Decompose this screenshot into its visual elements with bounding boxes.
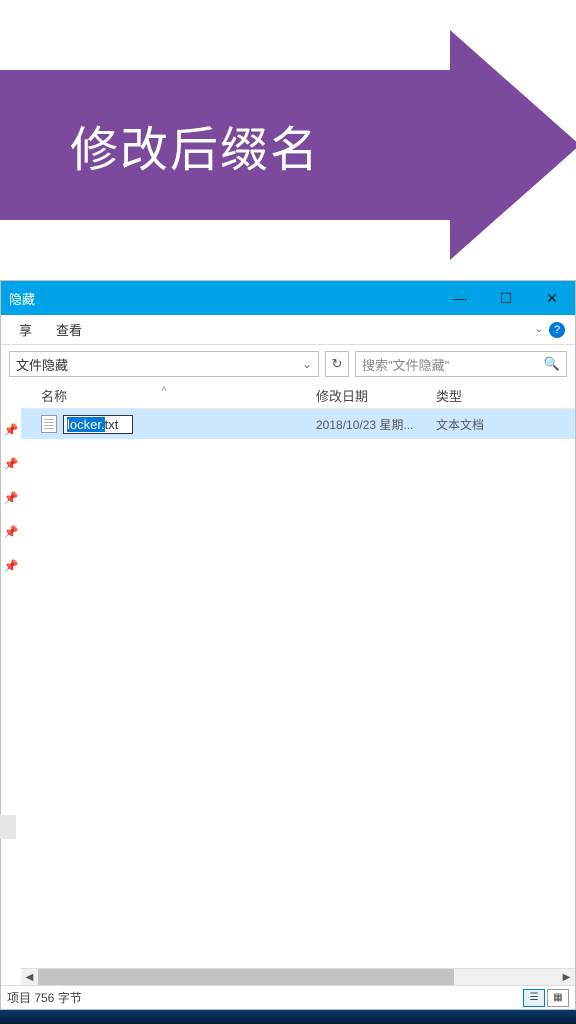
minimize-button[interactable]: —: [437, 281, 483, 315]
close-button[interactable]: ✕: [529, 281, 575, 315]
annotation-arrow: 修改后缀名: [0, 20, 576, 220]
file-rename-input[interactable]: locker.txt: [63, 415, 133, 434]
status-text: 项目 756 字节: [7, 989, 521, 1006]
file-listing: 名称 ˄ 修改日期 类型 locker.txt 2018/10/23 星期...…: [21, 383, 575, 985]
horizontal-scrollbar[interactable]: ◀ ▶: [21, 968, 575, 985]
scroll-thumb[interactable]: [38, 969, 454, 985]
help-icon[interactable]: ?: [549, 322, 565, 338]
chevron-down-icon[interactable]: ⌄: [535, 324, 543, 335]
column-name[interactable]: 名称 ˄: [41, 386, 316, 405]
pin-icon[interactable]: 📌: [4, 525, 19, 539]
pin-icon[interactable]: 📌: [4, 457, 19, 471]
file-row[interactable]: locker.txt 2018/10/23 星期... 文本文档: [21, 409, 575, 439]
sort-arrow-icon: ˄: [161, 384, 167, 395]
scroll-right-button[interactable]: ▶: [558, 969, 575, 986]
sidebar-edge: [0, 815, 16, 839]
search-icon: 🔍: [544, 356, 560, 372]
titlebar: 隐藏 — ☐ ✕: [1, 281, 575, 315]
banner-text: 修改后缀名: [70, 110, 320, 180]
columns-header: 名称 ˄ 修改日期 类型: [21, 383, 575, 409]
file-name-selected: locker.: [67, 417, 105, 432]
file-name-ext: txt: [105, 417, 119, 432]
statusbar: 项目 756 字节 ☰ ▦: [1, 985, 575, 1009]
menu-view[interactable]: 查看: [44, 316, 94, 343]
view-icons-button[interactable]: ▦: [547, 989, 569, 1007]
empty-area: [21, 439, 575, 968]
search-input[interactable]: 搜索"文件隐藏" 🔍: [355, 351, 567, 377]
file-date: 2018/10/23 星期...: [316, 416, 436, 433]
maximize-button[interactable]: ☐: [483, 281, 529, 315]
explorer-window: 隐藏 — ☐ ✕ 享 查看 ⌄ ? 文件隐藏 ↻ 搜索"文件隐藏" 🔍 📌 📌 …: [0, 280, 576, 1010]
column-type[interactable]: 类型: [436, 386, 546, 405]
sidebar: 📌 📌 📌 📌 📌: [1, 383, 21, 985]
pin-icon[interactable]: 📌: [4, 559, 19, 573]
window-title: 隐藏: [9, 289, 35, 308]
column-date[interactable]: 修改日期: [316, 386, 436, 405]
view-details-button[interactable]: ☰: [523, 989, 545, 1007]
taskbar-edge: [0, 1010, 576, 1024]
text-file-icon: [41, 415, 57, 433]
pin-icon[interactable]: 📌: [4, 491, 19, 505]
address-bar: 文件隐藏 ↻ 搜索"文件隐藏" 🔍: [1, 345, 575, 383]
menu-share[interactable]: 享: [7, 316, 44, 343]
scroll-track[interactable]: [38, 969, 558, 985]
scroll-left-button[interactable]: ◀: [21, 969, 38, 986]
search-placeholder: 搜索"文件隐藏": [362, 355, 449, 374]
menubar: 享 查看 ⌄ ?: [1, 315, 575, 345]
path-input[interactable]: 文件隐藏: [9, 351, 319, 377]
refresh-button[interactable]: ↻: [325, 351, 349, 377]
content-area: 📌 📌 📌 📌 📌 名称 ˄ 修改日期 类型 locker.txt: [1, 383, 575, 985]
file-type: 文本文档: [436, 416, 546, 433]
window-controls: — ☐ ✕: [437, 281, 575, 315]
path-text: 文件隐藏: [16, 355, 68, 374]
pin-icon[interactable]: 📌: [4, 423, 19, 437]
